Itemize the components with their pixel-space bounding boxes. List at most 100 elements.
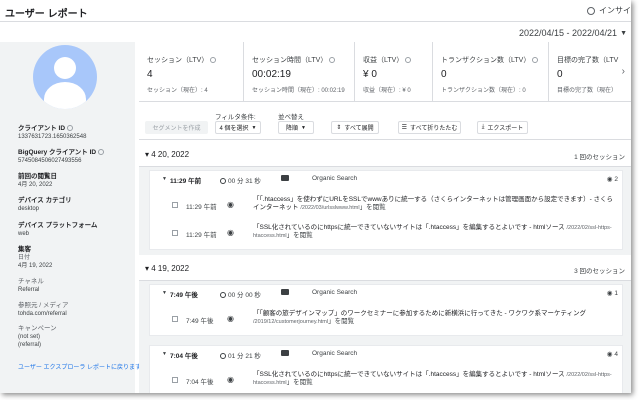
metric-label: 収益（LTV） xyxy=(363,57,404,64)
clock-icon xyxy=(220,178,226,184)
event-text: 「「.htaccess」を使わずにURLをSSLでwwwありに統一する（さくらイ… xyxy=(253,196,615,212)
device-platform-field: デバイス プラットフォーム web xyxy=(18,222,133,238)
clock-icon xyxy=(220,353,226,359)
avatar-body xyxy=(44,82,86,109)
acquisition-section: 集客 日付 4月 19, 2022 xyxy=(18,246,133,270)
session-duration: 00 分 31 秒 xyxy=(220,175,261,185)
session-source: Organic Search xyxy=(312,350,358,357)
session-list: ▾ 4 20, 2022 1 回のセッション ▼ 11:29 午前 00 分 3… xyxy=(139,141,631,393)
chevron-right-icon[interactable]: › xyxy=(622,66,625,77)
pageview-count-text: 1 xyxy=(614,290,618,297)
day-header[interactable]: ▾ 4 19, 2022 3 回のセッション xyxy=(139,255,631,281)
event-time: 11:29 午前 xyxy=(186,204,217,211)
event-url: /2019/12/customerjourney.html xyxy=(253,319,329,325)
eye-icon: ◉ xyxy=(227,314,234,323)
session-card: ▼ 11:29 午前 00 分 31 秒 Organic Search ◉ 2 … xyxy=(149,170,623,250)
desktop-icon xyxy=(281,175,289,181)
pageview-count: ◉ 4 xyxy=(607,350,618,358)
pageview-count-text: 2 xyxy=(614,176,618,183)
session-duration-text: 01 分 21 秒 xyxy=(228,353,261,360)
sort-select[interactable]: 降順 ▼ xyxy=(278,121,314,134)
event-url: /2022/03/urlsslwww.html xyxy=(300,205,360,211)
acquisition-heading: 集客 xyxy=(18,246,31,253)
channel-label: チャネル xyxy=(18,278,44,285)
device-category-field: デバイス カテゴリ desktop xyxy=(18,197,133,213)
session-time: 11:29 午前 xyxy=(170,178,202,185)
insight-label: インサイ xyxy=(599,6,631,15)
metric-transactions: トランザクション数（LTV） 0 トランザクション数（現在）: 0 xyxy=(433,42,549,102)
metric-sub: トランザクション数（現在）: 0 xyxy=(441,88,526,94)
eye-icon: ◉ xyxy=(227,228,234,237)
last-seen-value: 4月 20, 2022 xyxy=(18,182,53,188)
export-button[interactable]: ⤓ エクスポート xyxy=(477,121,528,134)
metric-value: 4 xyxy=(147,69,153,80)
session-event: 7:04 午後 ◉ 「SSL化されているのにhttpsに統一できていないサイトは… xyxy=(150,368,624,392)
session-header[interactable]: ▼ 7:04 午後 01 分 21 秒 Organic Search ◉ 4 xyxy=(150,346,624,362)
help-icon[interactable] xyxy=(67,125,74,131)
metric-value: ¥ 0 xyxy=(363,69,377,80)
back-to-user-explorer-link[interactable]: ユーザー エクスプローラ レポートに戻ります xyxy=(18,362,141,371)
help-icon[interactable] xyxy=(329,57,336,63)
event-suffix: 」を閲覧 xyxy=(328,318,355,325)
desktop-icon xyxy=(281,289,289,295)
event-time: 11:29 午前 xyxy=(186,232,217,239)
client-id-value: 1337631723.1650362548 xyxy=(18,134,87,140)
pageview-count: ◉ 1 xyxy=(607,289,618,297)
campaign-value-1: (not set) xyxy=(18,334,41,340)
eye-icon: ◉ xyxy=(606,351,613,358)
bigquery-client-id-field: BigQuery クライアント ID 5745084506027493556 xyxy=(18,149,133,165)
sort-value: 降順 xyxy=(286,126,299,132)
event-checkbox[interactable] xyxy=(172,202,178,208)
metric-revenue: 収益（LTV） ¥ 0 収益（現在）: ¥ 0 xyxy=(355,42,433,102)
session-header[interactable]: ▼ 7:49 午後 00 分 00 秒 Organic Search ◉ 1 xyxy=(150,285,624,301)
report-window: ユーザー レポート インサイ 2022/04/15 - 2022/04/21 ▼… xyxy=(0,0,631,393)
metrics-bar: セッション（LTV） 4 セッション（現在）: 4 セッション時間（LTV） 0… xyxy=(139,42,631,102)
filter-select[interactable]: 4 個を選択 ▼ xyxy=(215,121,261,134)
help-icon[interactable] xyxy=(405,57,412,63)
event-checkbox[interactable] xyxy=(172,316,178,322)
session-event: 11:29 午前 ◉ 「SSL化されているのにhttpsに統一できていないサイト… xyxy=(150,221,624,245)
campaign-label: キャンペーン xyxy=(18,325,57,332)
top-bar: ユーザー レポート インサイ xyxy=(0,0,631,22)
clock-icon xyxy=(220,292,226,298)
day-session-count: 1 回のセッション xyxy=(574,154,625,161)
filter-value: 4 個を選択 xyxy=(219,126,249,132)
event-time: 7:04 午後 xyxy=(186,379,214,386)
expand-icon: ⇕ xyxy=(336,125,342,131)
chevron-down-icon: ▼ xyxy=(251,124,257,131)
collapse-all-button[interactable]: ☰ すべて折りたたむ xyxy=(398,121,461,134)
pageview-count: ◉ 2 xyxy=(607,175,618,183)
session-time: 7:49 午後 xyxy=(170,292,198,299)
metric-value: 0 xyxy=(557,69,563,80)
expand-all-button[interactable]: ⇕ すべて展開 xyxy=(331,121,379,134)
device-platform-label: デバイス プラットフォーム xyxy=(18,222,98,229)
create-segment-button[interactable]: セグメントを作成 xyxy=(145,121,208,134)
pageview-count-text: 4 xyxy=(614,351,618,358)
sort-label: 並べ替え xyxy=(278,114,304,121)
date-range-picker[interactable]: 2022/04/15 - 2022/04/21 ▼ xyxy=(519,28,627,38)
day-header[interactable]: ▾ 4 20, 2022 1 回のセッション xyxy=(139,141,631,167)
eye-icon: ◉ xyxy=(606,290,613,297)
day-session-count: 3 回のセッション xyxy=(574,268,625,275)
event-suffix: 」を閲覧 xyxy=(286,379,313,386)
metric-sub: セッション（現在）: 4 xyxy=(147,88,208,94)
session-header[interactable]: ▼ 11:29 午前 00 分 31 秒 Organic Search ◉ 2 xyxy=(150,171,624,187)
day-date: ▾ 4 19, 2022 xyxy=(145,264,190,273)
acquisition-date-value: 4月 19, 2022 xyxy=(18,263,53,269)
event-checkbox[interactable] xyxy=(172,377,178,383)
help-icon[interactable] xyxy=(210,57,217,63)
chevron-down-icon: ▼ xyxy=(301,124,306,131)
eye-icon: ◉ xyxy=(606,176,613,183)
insight-button[interactable]: インサイ xyxy=(587,5,631,16)
metric-sub: セッション時間（現在）: 00:02:19 xyxy=(252,88,345,94)
help-icon[interactable] xyxy=(532,57,539,63)
metric-session-duration: セッション時間（LTV） 00:02:19 セッション時間（現在）: 00:02… xyxy=(244,42,355,102)
collapse-triangle-icon: ▼ xyxy=(162,176,167,182)
avatar xyxy=(33,45,97,109)
session-duration: 00 分 00 秒 xyxy=(220,289,261,299)
event-checkbox[interactable] xyxy=(172,230,178,236)
metric-goal-completions: 目標の完了数（LTV 0 目標の完了数（現在） xyxy=(549,42,631,102)
help-icon[interactable] xyxy=(98,149,105,155)
collapse-triangle-icon: ▼ xyxy=(162,290,167,296)
date-range-text: 2022/04/15 - 2022/04/21 xyxy=(518,28,618,38)
